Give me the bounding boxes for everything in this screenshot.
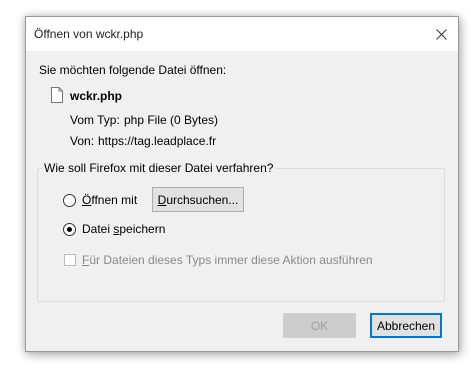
ok-button[interactable]: OK: [283, 313, 356, 338]
type-value: php File (0 Bytes): [124, 113, 219, 127]
save-file-radio[interactable]: [63, 223, 76, 236]
browse-button[interactable]: Durchsuchen...: [152, 187, 244, 212]
open-with-accel: Ö: [82, 193, 92, 207]
source-label: Von:: [70, 134, 95, 148]
download-dialog: Öffnen von wckr.php Sie möchten folgende…: [25, 16, 459, 352]
file-name: wckr.php: [70, 89, 123, 103]
source-url: https://tag.leadplace.fr: [98, 134, 217, 148]
save-file-text: peichern: [119, 222, 166, 236]
open-with-radio[interactable]: [63, 194, 76, 207]
always-action-text: ür Dateien dieses Typs immer diese Aktio…: [89, 253, 373, 267]
radio-selected-dot: [67, 227, 72, 232]
file-icon: [51, 87, 63, 106]
always-action-checkbox[interactable]: [64, 254, 76, 266]
type-label: Vom Typ:: [70, 113, 120, 127]
browse-accel: D: [157, 192, 167, 207]
save-file-pre: Datei: [82, 222, 114, 236]
action-group-title: Wie soll Firefox mit dieser Datei verfah…: [42, 161, 276, 175]
cancel-button[interactable]: Abbrechen: [370, 313, 442, 338]
open-with-label[interactable]: Öffnen mit: [82, 193, 137, 207]
dialog-title: Öffnen von wckr.php: [34, 27, 144, 41]
save-file-label[interactable]: Datei speichern: [82, 222, 165, 236]
browse-text: urchsuchen...: [166, 192, 239, 207]
open-with-text: ffnen mit: [91, 193, 138, 207]
always-action-label[interactable]: Für Dateien dieses Typs immer diese Akti…: [82, 253, 373, 267]
title-bar: Öffnen von wckr.php: [26, 17, 458, 51]
open-prompt: Sie möchten folgende Datei öffnen:: [39, 63, 227, 77]
close-icon[interactable]: [430, 24, 452, 44]
